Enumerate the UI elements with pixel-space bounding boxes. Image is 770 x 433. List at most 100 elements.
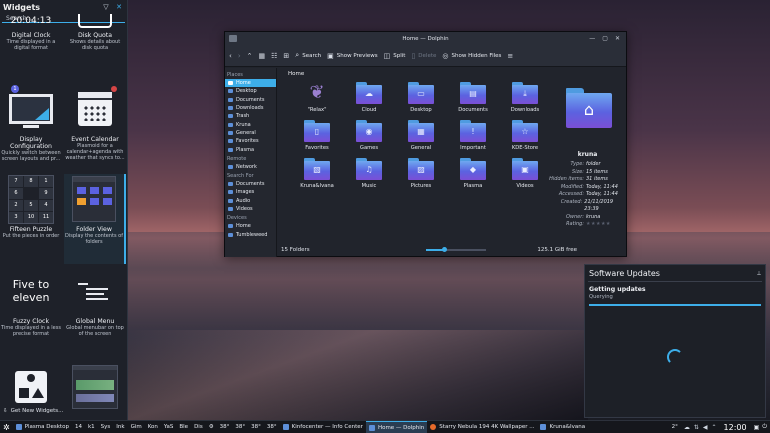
folder-item[interactable]: ▤ Documents (448, 82, 498, 113)
widget-fifteen-puzzle[interactable]: 7 8 1 6 9 2 5 4 3 10 11 Fifteen Puzzle Put the pie… (0, 174, 62, 239)
places-item[interactable]: Favorites (225, 137, 276, 145)
show-hidden-label: Show Hidden Files (451, 52, 502, 59)
folder-item[interactable]: ▯ Favorites (292, 120, 342, 151)
places-item[interactable]: Tumbleweed (225, 230, 276, 238)
places-item[interactable]: Trash (225, 112, 276, 120)
widget-fuzzy-clock[interactable]: Five to eleven Fuzzy Clock Time displaye… (0, 266, 62, 337)
widget-folder-view[interactable]: Folder View Display the contents of fold… (64, 174, 126, 264)
folder-icon: ♫ (356, 158, 382, 180)
folder-item[interactable]: ▣ Videos (500, 158, 550, 189)
weather-temp[interactable]: 2° (669, 421, 681, 433)
delete-label: Delete (418, 52, 437, 59)
folder-item[interactable]: ! Important (448, 120, 498, 151)
show-desktop-icon[interactable]: ▣ ⏻ (751, 421, 770, 433)
get-new-widgets-button[interactable]: ⇩ Get New Widgets... (3, 408, 63, 414)
minimize-icon[interactable]: — (589, 35, 595, 42)
split-button[interactable]: ◫ Split (384, 52, 406, 60)
widget-shapes[interactable] (0, 362, 62, 412)
task-kruna-ivana[interactable]: Kruna&Ivana (537, 421, 588, 433)
widget-disk-quota[interactable]: Disk Quota Shows details about disk quot… (64, 12, 126, 51)
folder-name: Pictures (410, 183, 432, 189)
view-icons-button[interactable]: ▦ (259, 52, 266, 60)
places-item[interactable]: Home (225, 222, 276, 230)
places-item[interactable]: Images (225, 188, 276, 196)
view-compact-button[interactable]: ☷ (271, 52, 277, 60)
clock[interactable]: 12:00 (720, 421, 751, 433)
maximize-icon[interactable]: ▢ (602, 35, 608, 42)
close-window-icon[interactable]: ✕ (615, 35, 620, 42)
filter-icon[interactable]: ▽ (101, 2, 111, 12)
folder-item[interactable]: ❦ "Relax" (292, 82, 342, 114)
show-previews-button[interactable]: ▣ Show Previews (327, 52, 378, 60)
pin-icon[interactable]: ⟂ (757, 270, 761, 278)
forward-button[interactable]: › (238, 52, 241, 60)
zoom-slider[interactable] (426, 247, 486, 252)
up-button[interactable]: ⌃ (247, 52, 253, 60)
power-icon[interactable]: ⏻ (762, 423, 767, 431)
folder-icon (228, 190, 233, 195)
task-kinfocenter[interactable]: Kinfocenter — Info Center (280, 421, 366, 433)
places-item[interactable]: Downloads (225, 104, 276, 112)
widget-hdd-monitor[interactable] (64, 362, 126, 412)
settings-icon[interactable]: ⚙ (206, 421, 217, 433)
plasma-desktop-button[interactable]: Plasma Desktop (13, 421, 72, 433)
delete-button[interactable]: ▯ Delete (411, 52, 436, 60)
places-item[interactable]: Audio (225, 197, 276, 205)
places-item[interactable]: Videos (225, 205, 276, 213)
network-icon[interactable]: ⇅ (694, 424, 699, 431)
hamburger-menu-button[interactable]: ≡ (507, 52, 513, 60)
app-launcher-button[interactable]: ✲ (0, 421, 13, 433)
folder-item[interactable]: ◉ Games (344, 120, 394, 151)
zoom-handle[interactable] (442, 247, 447, 252)
widget-display-configuration[interactable]: 1 Display Configuration Quickly switch b… (0, 84, 62, 162)
view-details-button[interactable]: ⊞ (283, 52, 289, 60)
show-hidden-files-button[interactable]: ◎ Show Hidden Files (442, 52, 501, 60)
tray-icons[interactable]: ☁ ⇅ ◀ ⌃ (681, 421, 720, 433)
folder-item[interactable]: ▨ Pictures (396, 158, 446, 189)
folder-item[interactable]: ⤓ Downloads (500, 82, 550, 113)
search-button[interactable]: ⌕ Search (295, 51, 321, 60)
puzzle-tile: 9 (39, 187, 53, 199)
folder-item[interactable]: ▦ General (396, 120, 446, 151)
folder-item[interactable]: ☆ KDE-Store (500, 120, 550, 151)
quick-ble[interactable]: Ble (176, 421, 191, 433)
widget-digital-clock[interactable]: 20:04:13 Digital Clock Time displayed in… (0, 12, 62, 51)
volume-icon[interactable]: ◀ (703, 424, 708, 431)
workspace-k1[interactable]: k1 (85, 421, 98, 433)
rating-stars[interactable]: ★★★★★ (586, 221, 611, 229)
quick-kon[interactable]: Kon (145, 421, 161, 433)
folder-item[interactable]: ◆ Plasma (448, 158, 498, 189)
weather-icon[interactable]: ☁ (684, 424, 690, 431)
back-icon: ‹ (229, 51, 232, 60)
quick-gim[interactable]: Gim (128, 421, 145, 433)
workspace-14[interactable]: 14 (72, 421, 85, 433)
places-item[interactable]: Network (225, 163, 276, 171)
folder-item[interactable]: ♫ Music (344, 158, 394, 189)
lock-icon[interactable]: ▣ (754, 424, 760, 431)
places-item[interactable]: Home (225, 79, 276, 88)
quick-yas[interactable]: YaS (161, 421, 176, 433)
close-icon[interactable]: ✕ (114, 2, 124, 12)
places-item[interactable]: Kruna (225, 120, 276, 128)
task-firefox[interactable]: Starry Nebula 194 4K Wallpaper ... (427, 421, 537, 433)
back-button[interactable]: ‹ (229, 52, 232, 60)
places-item[interactable]: Desktop (225, 87, 276, 95)
tray-expand-icon[interactable]: ⌃ (711, 424, 716, 431)
folder-item[interactable]: ▧ Kruna&Ivana (292, 158, 342, 189)
folder-item[interactable]: ▭ Desktop (396, 82, 446, 113)
folder-item[interactable]: ☁ Cloud (344, 82, 394, 113)
quick-ink[interactable]: Ink (113, 421, 127, 433)
breadcrumb[interactable]: Home (278, 68, 548, 79)
task-label: Home — Dolphin (377, 424, 425, 431)
places-item[interactable]: Documents (225, 180, 276, 188)
quick-sys[interactable]: Sys (98, 421, 114, 433)
places-item[interactable]: General (225, 129, 276, 137)
places-item[interactable]: Plasma (225, 145, 276, 153)
widget-desc: Quickly switch between screen layouts an… (1, 150, 61, 162)
window-titlebar[interactable]: Home — Dolphin — ▢ ✕ (225, 32, 626, 45)
places-item[interactable]: Documents (225, 96, 276, 104)
quick-dis[interactable]: Dis (191, 421, 206, 433)
task-dolphin[interactable]: Home — Dolphin (365, 420, 428, 433)
widget-global-menu[interactable]: Global Menu Global menubar on top of the… (64, 266, 126, 337)
widget-event-calendar[interactable]: Event Calendar Plasmoid for a calendar+a… (64, 84, 126, 161)
